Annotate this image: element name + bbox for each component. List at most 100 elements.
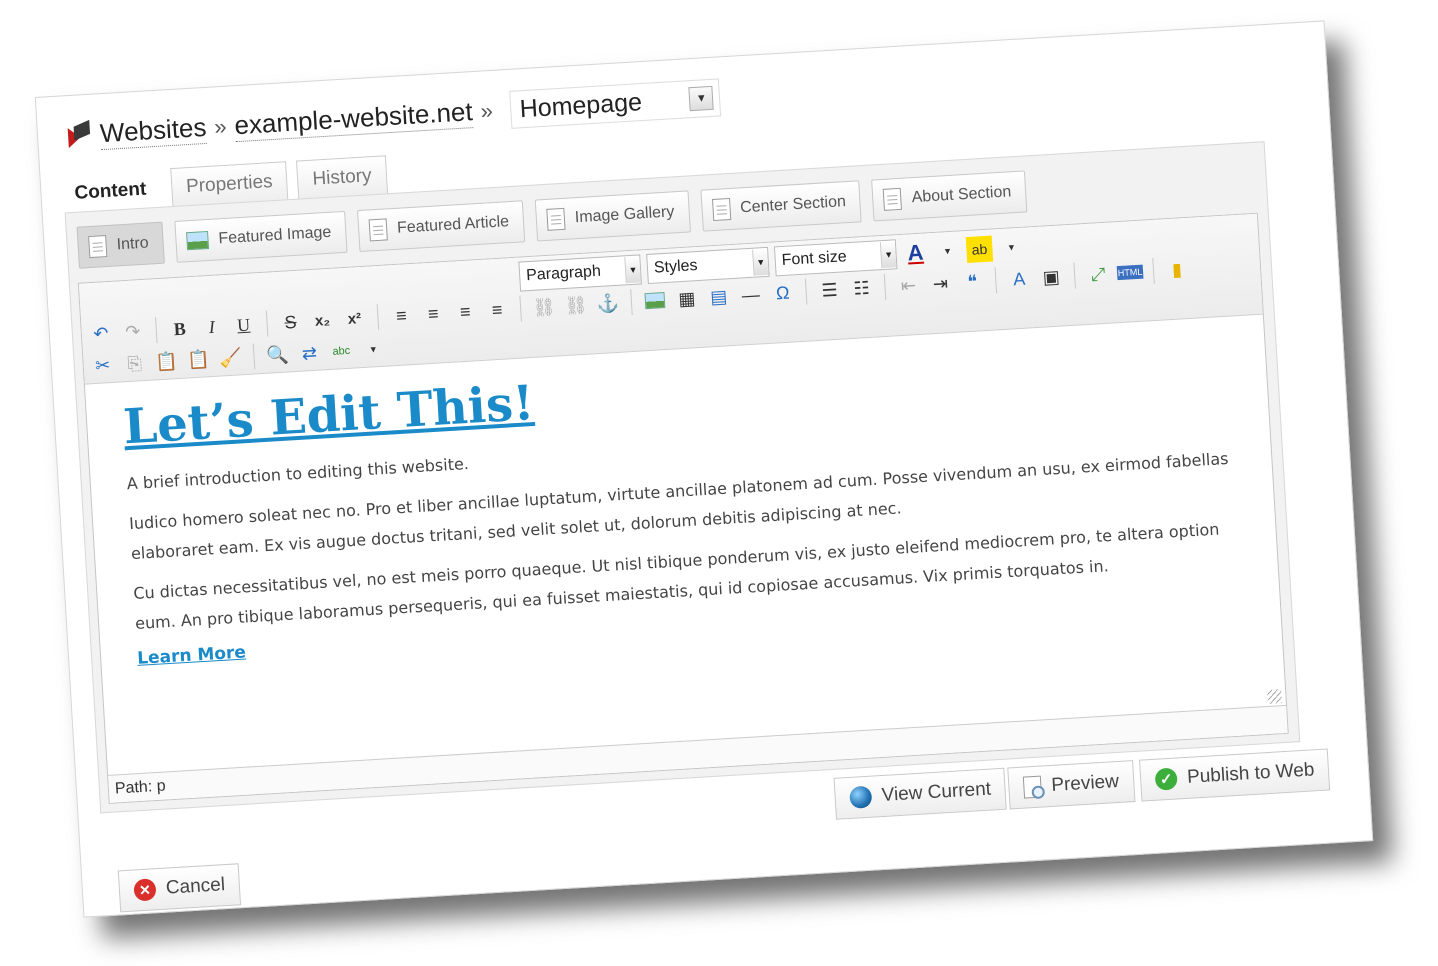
chevron-down-icon[interactable]: ▼ xyxy=(934,237,961,264)
breadcrumb: Websites » example-website.net » Homepag… xyxy=(67,77,722,156)
image-icon xyxy=(186,230,210,251)
section-tab-label: Featured Article xyxy=(396,213,510,237)
editor-window: Websites » example-website.net » Homepag… xyxy=(34,20,1374,918)
paste-icon[interactable]: 📋 xyxy=(153,348,180,375)
toolbar-divider xyxy=(994,267,998,294)
insert-table-icon[interactable]: ▤ xyxy=(705,283,732,310)
align-justify-icon[interactable]: ≡ xyxy=(483,296,510,323)
cancel-button[interactable]: ✕ Cancel xyxy=(117,863,242,913)
toolbar-divider xyxy=(630,289,633,316)
toolbar-divider xyxy=(1152,257,1155,284)
document-icon xyxy=(883,187,903,211)
section-tab-featured-image[interactable]: Featured Image xyxy=(174,210,348,263)
breadcrumb-separator: » xyxy=(213,113,228,140)
paste-text-icon[interactable]: 📋 xyxy=(185,346,212,373)
chevron-down-icon[interactable]: ▼ xyxy=(624,256,641,284)
cut-icon[interactable]: ✂ xyxy=(89,352,116,379)
toolbar-divider xyxy=(265,310,269,337)
strikethrough-icon[interactable]: S xyxy=(277,309,304,336)
underline-icon[interactable]: U xyxy=(230,311,257,338)
chevron-down-icon[interactable]: ▼ xyxy=(752,248,769,276)
section-tab-label: Featured Image xyxy=(218,223,332,248)
section-tab-label: About Section xyxy=(911,183,1012,207)
html-source-icon[interactable]: HTML xyxy=(1116,264,1144,281)
section-tab-label: Center Section xyxy=(739,193,847,217)
align-center-icon[interactable]: ≡ xyxy=(420,300,447,327)
section-tab-intro[interactable]: Intro xyxy=(76,221,165,269)
toolbar-divider xyxy=(804,278,808,305)
document-icon xyxy=(368,218,388,242)
editor-content[interactable]: Let’s Edit This! A brief introduction to… xyxy=(122,333,1256,669)
view-current-label: View Current xyxy=(881,778,992,807)
chevron-down-icon[interactable]: ▼ xyxy=(879,241,897,269)
spellcheck-icon[interactable]: abc xyxy=(328,338,355,365)
section-tab-label: Intro xyxy=(116,234,150,254)
bulleted-list-icon[interactable]: ☰ xyxy=(816,276,843,303)
resize-handle[interactable] xyxy=(1267,689,1282,704)
cancel-label: Cancel xyxy=(165,874,226,899)
learn-more-link[interactable]: Learn More xyxy=(137,643,247,669)
section-tab-about-section[interactable]: About Section xyxy=(871,170,1028,222)
insert-image-icon[interactable] xyxy=(641,287,668,314)
link-icon[interactable]: ⛓ xyxy=(530,293,557,320)
toolbar-divider xyxy=(376,304,380,331)
app-logo-icon xyxy=(67,123,92,148)
undo-icon[interactable]: ↶ xyxy=(87,320,114,347)
indent-icon[interactable]: ⇥ xyxy=(927,270,954,297)
breadcrumb-separator: » xyxy=(479,97,494,124)
replace-icon[interactable]: ⇄ xyxy=(296,339,323,366)
section-tab-image-gallery[interactable]: Image Gallery xyxy=(534,190,691,242)
content-panel: Intro Featured Image Featured Article Im… xyxy=(64,141,1301,814)
publish-label: Publish to Web xyxy=(1186,759,1315,788)
insert-media-icon[interactable]: ▦ xyxy=(673,285,700,312)
styleprops-icon[interactable]: A xyxy=(1006,265,1033,292)
chevron-down-icon[interactable]: ▼ xyxy=(688,85,715,112)
breadcrumb-websites-link[interactable]: Websites xyxy=(99,111,208,151)
anchor-icon[interactable]: ⚓ xyxy=(594,290,621,317)
toolbar-divider xyxy=(1073,262,1076,289)
tab-history[interactable]: History xyxy=(296,155,388,200)
special-character-icon[interactable]: Ω xyxy=(769,279,796,306)
document-icon xyxy=(546,207,566,231)
horizontal-rule-icon[interactable]: — xyxy=(737,281,764,308)
text-color-icon[interactable]: A xyxy=(902,239,929,266)
outdent-icon[interactable]: ⇤ xyxy=(895,272,922,299)
bookmark-icon[interactable]: ▮ xyxy=(1163,256,1190,283)
bold-icon[interactable]: B xyxy=(166,315,193,342)
breadcrumb-site-link[interactable]: example-website.net xyxy=(233,96,474,143)
fontsize-select-value: Font size xyxy=(781,248,848,270)
view-current-button[interactable]: View Current xyxy=(833,767,1008,820)
format-select-value: Paragraph xyxy=(525,262,602,285)
fullscreen-icon[interactable]: ⤢ xyxy=(1084,261,1111,288)
cleanup-icon[interactable]: 🧹 xyxy=(217,344,244,371)
page-select-value: Homepage xyxy=(518,87,643,123)
align-left-icon[interactable]: ≡ xyxy=(388,302,415,329)
document-icon xyxy=(88,235,108,259)
superscript-icon[interactable]: x² xyxy=(341,305,368,332)
preview-button[interactable]: Preview xyxy=(1007,760,1136,810)
redo-icon[interactable]: ↷ xyxy=(119,318,146,345)
highlight-color-icon[interactable]: ab xyxy=(965,235,994,264)
document-icon xyxy=(711,198,731,222)
template-icon[interactable]: ▣ xyxy=(1037,263,1064,290)
section-tab-label: Image Gallery xyxy=(574,203,675,227)
page-select[interactable]: Homepage ▼ xyxy=(509,78,722,129)
section-tab-featured-article[interactable]: Featured Article xyxy=(357,200,526,253)
blockquote-icon[interactable]: ❝ xyxy=(959,268,986,295)
subscript-icon[interactable]: x₂ xyxy=(309,307,336,334)
styles-select-value: Styles xyxy=(653,257,699,277)
publish-button[interactable]: ✓ Publish to Web xyxy=(1139,748,1331,802)
find-icon[interactable]: 🔍 xyxy=(264,341,291,368)
checkmark-icon: ✓ xyxy=(1154,767,1178,791)
unlink-icon[interactable]: ⛓ xyxy=(562,292,589,319)
copy-icon[interactable]: ⎘ xyxy=(121,350,148,377)
chevron-down-icon[interactable]: ▼ xyxy=(360,336,387,363)
numbered-list-icon[interactable]: ☷ xyxy=(848,275,875,302)
preview-label: Preview xyxy=(1050,770,1120,796)
section-tab-center-section[interactable]: Center Section xyxy=(700,180,863,232)
italic-icon[interactable]: I xyxy=(198,313,225,340)
cancel-icon: ✕ xyxy=(133,878,157,902)
chevron-down-icon[interactable]: ▼ xyxy=(998,234,1025,261)
align-right-icon[interactable]: ≡ xyxy=(452,298,479,325)
element-path: Path: p xyxy=(114,777,167,797)
